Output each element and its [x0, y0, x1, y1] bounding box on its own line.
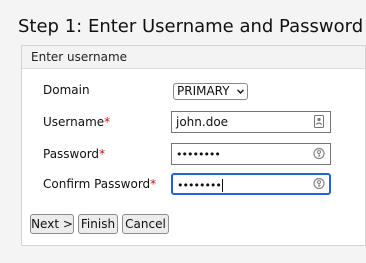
chevron-down-icon [237, 89, 244, 95]
username-value: john.doe [176, 115, 229, 129]
cancel-button[interactable]: Cancel [122, 214, 169, 234]
domain-label-text: Domain [43, 83, 90, 97]
next-button[interactable]: Next > [30, 214, 74, 234]
required-asterisk: * [99, 147, 106, 161]
domain-select-value: PRIMARY [177, 84, 230, 98]
key-icon[interactable] [313, 147, 325, 160]
username-label: Username* [43, 115, 110, 129]
panel-header: Enter username [22, 46, 365, 69]
confirm-password-label: Confirm Password* [43, 177, 156, 191]
confirm-password-input[interactable]: •••••••• [171, 173, 331, 195]
text-caret [221, 179, 223, 192]
username-label-text: Username [43, 115, 105, 129]
domain-label: Domain [43, 83, 90, 97]
page-title: Step 1: Enter Username and Password [18, 16, 364, 37]
login-panel: Enter username Domain PRIMARY Username* … [21, 45, 366, 246]
contact-card-icon[interactable] [313, 115, 325, 128]
password-label: Password* [43, 147, 105, 161]
confirm-password-label-text: Confirm Password [43, 177, 151, 191]
username-input[interactable]: john.doe [171, 111, 331, 133]
confirm-password-value: •••••••• [177, 179, 222, 192]
required-asterisk: * [104, 115, 111, 129]
finish-button[interactable]: Finish [78, 214, 118, 234]
domain-select[interactable]: PRIMARY [173, 83, 248, 100]
required-asterisk: * [150, 177, 157, 191]
password-value: •••••••• [176, 148, 221, 161]
password-label-text: Password [43, 147, 100, 161]
key-icon[interactable] [313, 177, 325, 190]
password-input[interactable]: •••••••• [171, 143, 331, 165]
